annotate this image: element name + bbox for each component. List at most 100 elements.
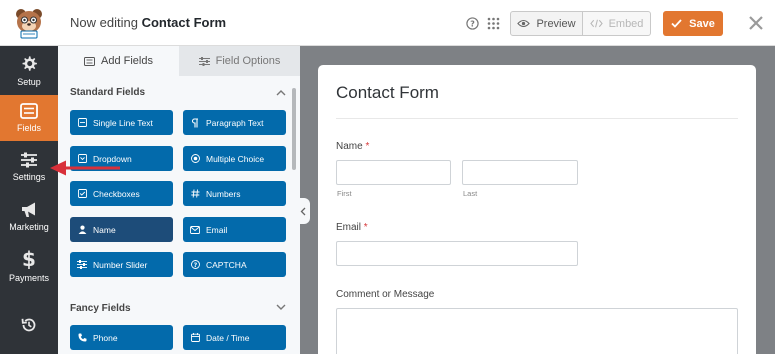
embed-button[interactable]: Embed <box>583 11 651 36</box>
checkmark-icon <box>671 19 682 28</box>
embed-label: Embed <box>608 17 644 30</box>
user-icon <box>77 225 87 235</box>
fields-panel: Add Fields Field Options Standard Fields… <box>58 46 300 354</box>
standard-fields-heading: Standard Fields <box>70 87 146 98</box>
builder-sidebar: Setup Fields Settings Marketing $ Paymen… <box>0 46 58 354</box>
field-numbers[interactable]: Numbers <box>183 181 286 206</box>
form-title: Contact Form <box>336 83 439 102</box>
name-field-label[interactable]: Name * <box>336 141 369 152</box>
field-label: Single Line Text <box>93 117 153 128</box>
name-label-text: Name <box>336 141 363 152</box>
field-label: Email <box>206 224 228 235</box>
comment-textarea[interactable] <box>336 308 738 354</box>
field-multiple-choice[interactable]: Multiple Choice <box>183 146 286 171</box>
wpforms-logo <box>0 0 58 46</box>
captcha-icon: ? <box>190 260 200 270</box>
comment-label-text: Comment or Message <box>336 289 435 300</box>
field-paragraph-text[interactable]: Paragraph Text <box>183 110 286 135</box>
dollar-icon: $ <box>22 249 36 269</box>
preview-button[interactable]: Preview <box>510 11 583 36</box>
megaphone-icon <box>22 202 35 217</box>
save-label: Save <box>689 17 715 30</box>
field-label: Paragraph Text <box>206 117 264 128</box>
tab-add-fields[interactable]: Add Fields <box>58 46 179 76</box>
annotation-arrow <box>50 160 120 176</box>
chevron-left-icon <box>300 207 306 215</box>
field-date-time[interactable]: Date / Time <box>183 325 286 350</box>
panel-tabs: Add Fields Field Options <box>58 46 300 76</box>
preview-label: Preview <box>536 17 576 30</box>
field-label: Name <box>93 224 116 235</box>
save-button[interactable]: Save <box>663 11 723 36</box>
chevron-down-icon[interactable] <box>276 304 286 311</box>
hash-icon <box>190 189 200 199</box>
top-bar: Now editing Contact Form ? Preview Embed… <box>0 0 775 46</box>
svg-text:?: ? <box>470 19 475 28</box>
last-sublabel: Last <box>463 189 478 198</box>
close-icon[interactable] <box>745 12 767 34</box>
sidebar-item-marketing[interactable]: Marketing <box>0 193 58 239</box>
envelope-icon <box>190 225 200 235</box>
sliders-icon <box>21 152 37 168</box>
field-captcha[interactable]: ? CAPTCHA <box>183 252 286 277</box>
field-label: Multiple Choice <box>206 153 265 164</box>
sidebar-item-setup[interactable]: Setup <box>0 48 58 94</box>
sidebar-item-label: Payments <box>8 273 50 283</box>
chevron-up-icon[interactable] <box>276 89 286 96</box>
radio-icon <box>190 154 200 164</box>
fancy-fields-heading: Fancy Fields <box>70 303 131 314</box>
phone-icon <box>77 333 87 343</box>
tab-field-options[interactable]: Field Options <box>179 46 300 76</box>
field-label: Phone <box>93 332 118 343</box>
code-icon <box>589 19 603 28</box>
calendar-icon <box>190 333 200 343</box>
last-name-input[interactable] <box>462 160 578 185</box>
first-name-input[interactable] <box>336 160 451 185</box>
form-name: Contact Form <box>141 15 227 30</box>
field-single-line-text[interactable]: Single Line Text <box>70 110 173 135</box>
required-mark: * <box>363 222 368 233</box>
list-icon <box>84 56 95 66</box>
required-mark: * <box>365 141 370 152</box>
field-label: Number Slider <box>93 259 148 270</box>
field-number-slider[interactable]: Number Slider <box>70 252 173 277</box>
field-phone[interactable]: Phone <box>70 325 173 350</box>
comment-field-label[interactable]: Comment or Message <box>336 289 434 300</box>
sidebar-item-label: Setup <box>17 77 41 87</box>
title-divider <box>336 118 738 119</box>
panel-collapse-toggle[interactable] <box>296 198 310 224</box>
sidebar-item-revisions[interactable] <box>0 302 58 348</box>
field-label: Numbers <box>206 188 241 199</box>
panel-scrollbar[interactable] <box>292 88 296 170</box>
field-label: CAPTCHA <box>206 259 247 270</box>
email-label-text: Email <box>336 222 362 233</box>
slider-icon <box>77 260 87 270</box>
sidebar-item-fields[interactable]: Fields <box>0 95 58 141</box>
eye-icon <box>517 19 531 28</box>
fields-icon <box>20 103 38 119</box>
form-preview-card: Contact Form Name * First Last Email * C… <box>318 65 756 354</box>
text-line-icon <box>77 118 87 128</box>
help-icon[interactable]: ? <box>463 14 481 32</box>
sidebar-item-payments[interactable]: $ Payments <box>0 243 58 289</box>
svg-text:$: $ <box>22 249 36 269</box>
email-field-label[interactable]: Email * <box>336 222 368 233</box>
field-name[interactable]: Name <box>70 217 173 242</box>
svg-text:?: ? <box>193 262 197 269</box>
email-input[interactable] <box>336 241 578 266</box>
editing-prefix: Now editing <box>70 15 138 30</box>
field-label: Date / Time <box>206 332 250 343</box>
history-icon <box>21 318 36 332</box>
checkbox-icon <box>77 189 87 199</box>
field-email[interactable]: Email <box>183 217 286 242</box>
sidebar-item-label: Settings <box>12 172 46 182</box>
sidebar-item-label: Marketing <box>9 221 49 232</box>
tab-label: Add Fields <box>101 55 153 67</box>
first-sublabel: First <box>337 189 352 198</box>
sidebar-item-label: Fields <box>16 123 41 133</box>
grid-dots-icon[interactable] <box>484 14 502 32</box>
field-checkboxes[interactable]: Checkboxes <box>70 181 173 206</box>
tab-label: Field Options <box>215 55 281 67</box>
sliders-icon <box>198 56 210 66</box>
gear-icon <box>22 56 37 71</box>
